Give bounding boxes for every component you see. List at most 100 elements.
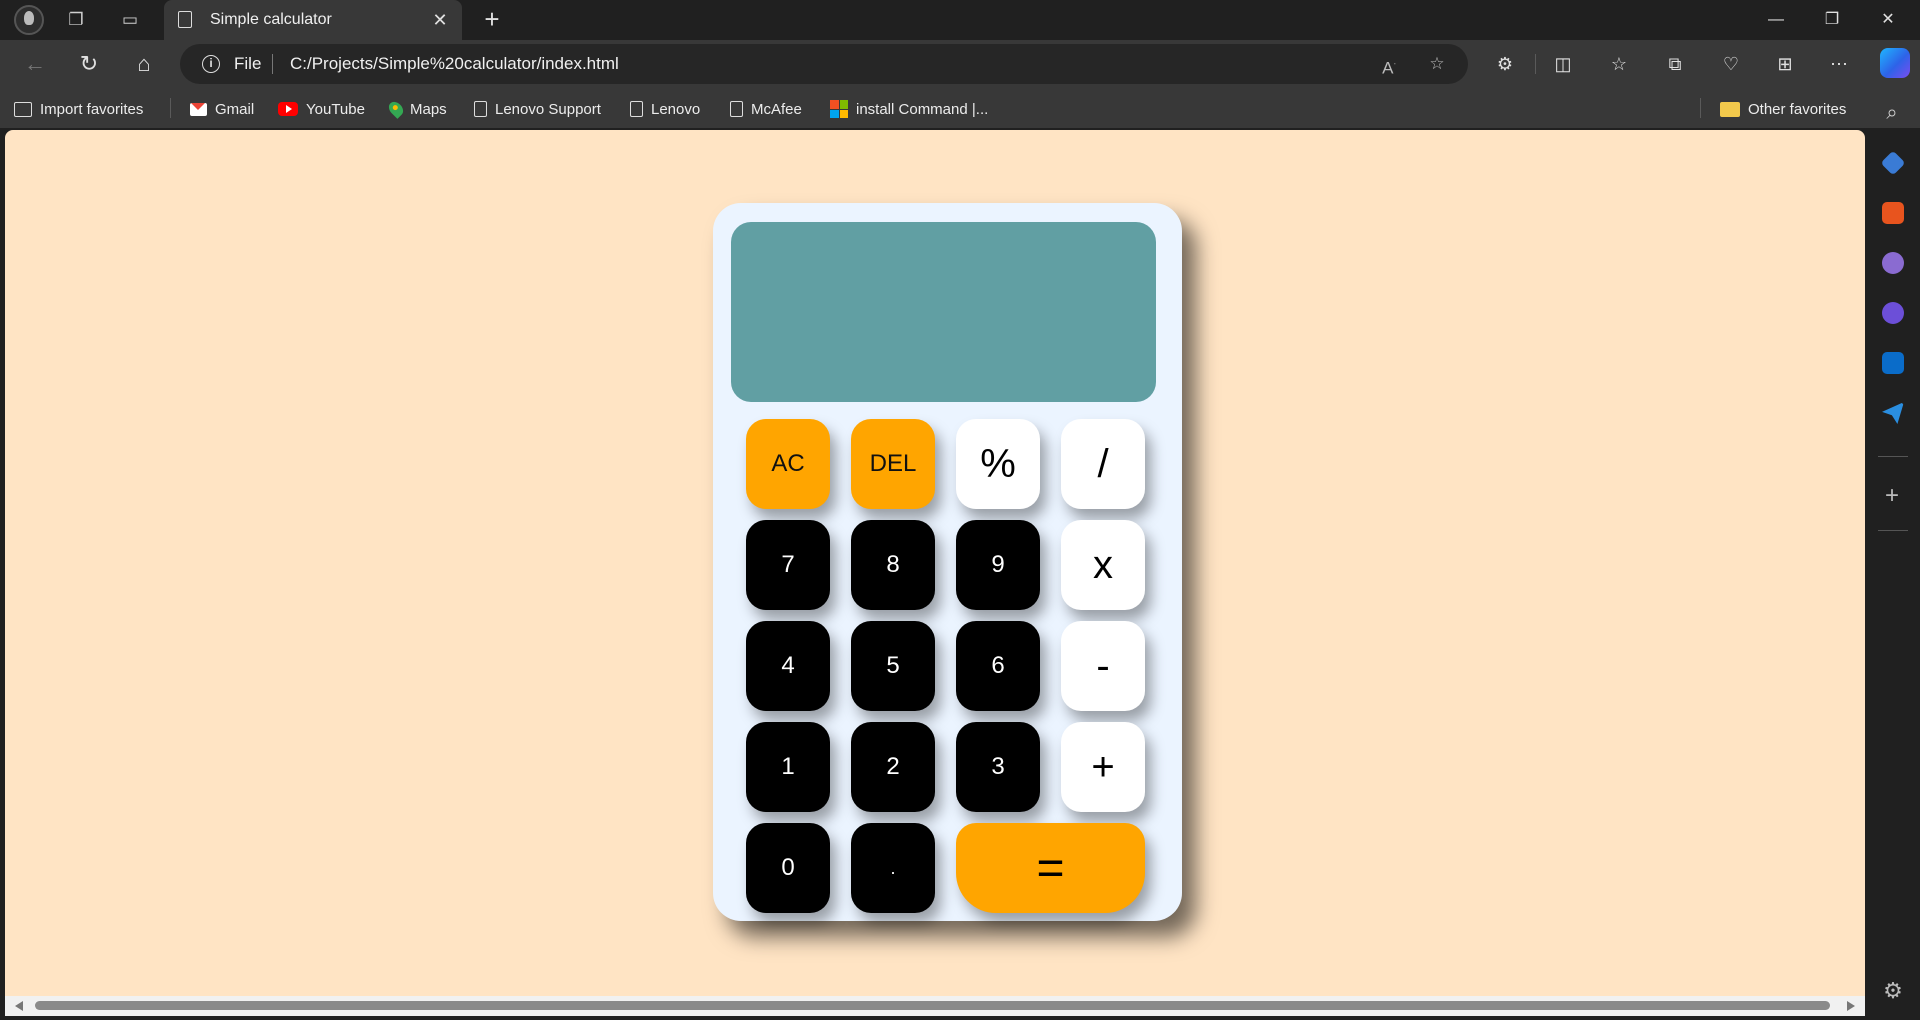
favorites-divider [170,98,171,118]
favorites-divider [1700,98,1701,118]
copilot-icon[interactable] [1880,48,1910,78]
back-button[interactable]: ← [20,50,50,78]
games-icon[interactable] [1882,252,1904,274]
favorite-label: Import favorites [40,100,144,118]
horizontal-scrollbar[interactable] [5,996,1865,1016]
favorite-label: install Command |... [856,100,989,118]
address-divider [272,54,273,74]
key-6[interactable]: 6 [956,621,1040,711]
site-info-icon[interactable]: i [202,55,220,73]
page-viewport: AC DEL % / 7 8 9 x 4 5 6 - 1 2 3 + 0 . = [5,130,1865,996]
extensions-icon[interactable]: ⚙ [1490,50,1520,78]
favorite-lenovo[interactable]: Lenovo [630,98,700,120]
key-plus[interactable]: + [1061,722,1145,812]
key-8[interactable]: 8 [851,520,935,610]
favorite-import[interactable]: Import favorites [14,98,143,120]
maps-icon [386,99,406,119]
tools-briefcase-icon[interactable] [1882,202,1904,224]
favorite-label: YouTube [306,100,365,118]
page-icon [630,101,643,117]
key-clear-all[interactable]: AC [746,419,830,509]
key-equals[interactable]: = [956,823,1145,913]
send-icon[interactable] [1882,402,1904,424]
favorite-label: Lenovo Support [495,100,601,118]
shopping-tag-icon[interactable] [1880,150,1906,176]
apps-icon[interactable]: ⊞ [1770,50,1800,78]
favorite-lenovo-support[interactable]: Lenovo Support [474,98,601,120]
key-3[interactable]: 3 [956,722,1040,812]
read-aloud-icon[interactable]: Aᐧ [1376,52,1402,78]
favorite-maps[interactable]: Maps [386,98,447,120]
page-icon [474,101,487,117]
folder-icon [1720,101,1740,117]
outlook-icon[interactable] [1882,352,1904,374]
favorite-install-command[interactable]: install Command |... [830,98,988,120]
favorite-label: Maps [410,100,447,118]
profile-avatar[interactable] [14,5,44,35]
favorite-mcafee[interactable]: McAfee [730,98,802,120]
other-favorites[interactable]: Other favorites [1720,98,1846,120]
scroll-left-icon[interactable] [15,1001,23,1011]
key-percent[interactable]: % [956,419,1040,509]
scroll-right-icon[interactable] [1847,1001,1855,1011]
favorites-icon[interactable]: ☆ [1604,50,1634,78]
home-button[interactable]: ⌂ [129,50,159,78]
key-5[interactable]: 5 [851,621,935,711]
workspaces-icon[interactable]: ❐ [64,8,88,32]
new-tab-button[interactable]: + [478,6,506,34]
favorite-youtube[interactable]: YouTube [278,98,365,120]
key-decimal[interactable]: . [851,823,935,913]
url-text[interactable]: C:/Projects/Simple%20calculator/index.ht… [290,54,619,74]
add-sidebar-app-icon[interactable]: + [1880,484,1904,508]
key-divide[interactable]: / [1061,419,1145,509]
sidebar-settings-icon[interactable]: ⚙ [1880,978,1906,1004]
search-icon[interactable]: ⌕ [1881,102,1903,124]
sidebar-divider [1878,456,1908,457]
calculator: AC DEL % / 7 8 9 x 4 5 6 - 1 2 3 + 0 . = [713,203,1182,921]
page-icon [178,11,192,28]
minimize-button[interactable]: — [1748,0,1804,40]
key-delete[interactable]: DEL [851,419,935,509]
collections-icon[interactable]: ⧉ [1660,50,1690,78]
navigation-bar: ← ↻ ⌂ i File C:/Projects/Simple%20calcul… [0,40,1920,88]
more-options-icon[interactable]: ⋯ [1824,50,1854,78]
key-1[interactable]: 1 [746,722,830,812]
gmail-icon [190,102,207,116]
microsoft-icon [830,100,848,118]
close-tab-icon[interactable]: ✕ [428,8,452,32]
favorite-gmail[interactable]: Gmail [190,98,254,120]
scrollbar-thumb[interactable] [35,1001,1830,1010]
calculator-display [731,222,1156,402]
favorite-star-icon[interactable]: ☆ [1424,52,1450,76]
favorite-label: Lenovo [651,100,701,118]
split-screen-icon[interactable]: ◫ [1548,50,1578,78]
key-minus[interactable]: - [1061,621,1145,711]
sidebar-divider [1878,530,1908,531]
tab-simple-calculator[interactable]: Simple calculator ✕ [164,0,462,40]
tab-title: Simple calculator [210,11,332,28]
key-9[interactable]: 9 [956,520,1040,610]
import-icon [14,101,32,117]
title-bar: ❐ ▭ Simple calculator ✕ + — ❐ ✕ [0,0,1920,40]
key-7[interactable]: 7 [746,520,830,610]
scheme-label: File [234,54,262,73]
other-favorites-label: Other favorites [1748,100,1847,118]
toolbar-divider [1535,54,1536,74]
key-0[interactable]: 0 [746,823,830,913]
microsoft-365-icon[interactable] [1882,302,1904,324]
restore-button[interactable]: ❐ [1804,0,1860,40]
page-icon [730,101,743,117]
browser-essentials-icon[interactable]: ♡ [1716,50,1746,78]
refresh-button[interactable]: ↻ [74,50,104,78]
key-multiply[interactable]: x [1061,520,1145,610]
favorite-label: Gmail [215,100,255,118]
close-window-button[interactable]: ✕ [1860,0,1916,40]
key-4[interactable]: 4 [746,621,830,711]
favorite-label: McAfee [751,100,802,118]
edge-sidebar: ⌕ + [1866,102,1920,1020]
address-bar[interactable]: i File C:/Projects/Simple%20calculator/i… [180,44,1468,84]
favorites-bar: Import favorites Gmail YouTube Maps Leno… [0,88,1920,128]
vertical-tabs-icon[interactable]: ▭ [118,8,142,32]
key-2[interactable]: 2 [851,722,935,812]
youtube-icon [278,102,298,116]
